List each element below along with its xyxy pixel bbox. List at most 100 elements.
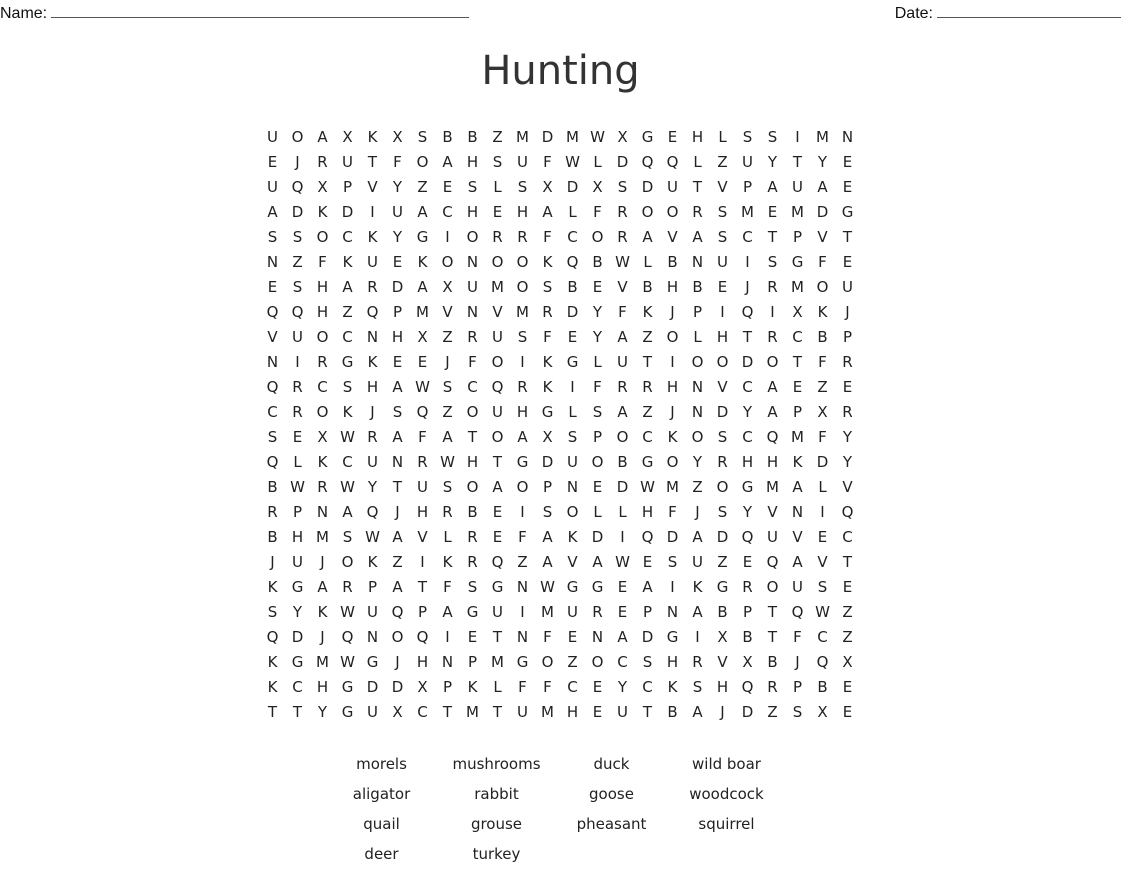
grid-cell: K <box>642 303 653 321</box>
grid-cell: H <box>666 278 679 296</box>
grid-cell: L <box>293 453 302 471</box>
name-blank-line[interactable] <box>51 3 470 18</box>
grid-cell: B <box>442 128 453 146</box>
grid-cell: S <box>767 253 778 271</box>
grid-cell: W <box>365 528 380 546</box>
grid-cell: N <box>366 328 379 346</box>
grid-cell: P <box>417 603 428 621</box>
grid-cell: V <box>492 303 503 321</box>
grid-cell: R <box>767 678 778 696</box>
grid-cell: Q <box>416 403 429 421</box>
grid-cell: E <box>567 628 578 646</box>
word-bank-item: pheasant <box>576 815 647 833</box>
grid-cell: N <box>516 578 529 596</box>
grid-cell: R <box>317 153 328 171</box>
date-blank-line[interactable] <box>937 3 1121 18</box>
grid-cell: H <box>666 378 679 396</box>
grid-cell: C <box>842 528 853 546</box>
grid-cell: A <box>592 553 603 571</box>
grid-cell: L <box>693 328 702 346</box>
grid-cell: A <box>442 603 453 621</box>
grid-cell: R <box>367 278 378 296</box>
grid-cell: E <box>292 428 303 446</box>
grid-cell: O <box>491 253 504 271</box>
grid-cell: S <box>717 228 728 246</box>
grid-cell: H <box>416 653 429 671</box>
grid-cell: M <box>791 428 804 446</box>
grid-cell: S <box>817 578 828 596</box>
grid-cell: O <box>516 478 529 496</box>
grid-cell: R <box>342 578 353 596</box>
grid-cell: O <box>516 278 529 296</box>
grid-cell: O <box>691 428 704 446</box>
grid-cell: M <box>316 653 329 671</box>
grid-cell: G <box>366 653 379 671</box>
grid-cell: T <box>692 178 703 196</box>
grid-cell: L <box>593 153 602 171</box>
grid-cell: A <box>767 178 778 196</box>
grid-cell: Q <box>266 453 279 471</box>
grid-cell: G <box>516 453 529 471</box>
grid-cell: L <box>493 178 502 196</box>
grid-cell: R <box>292 378 303 396</box>
grid-cell: U <box>742 153 753 171</box>
grid-cell: Z <box>717 553 728 571</box>
grid-cell: A <box>392 578 403 596</box>
grid-cell: T <box>467 428 478 446</box>
grid-cell: X <box>717 628 728 646</box>
grid-cell: R <box>767 278 778 296</box>
grid-cell: A <box>542 553 553 571</box>
grid-cell: T <box>767 628 778 646</box>
grid-cell: A <box>392 528 403 546</box>
grid-cell: J <box>745 278 750 296</box>
grid-cell: Q <box>266 628 279 646</box>
grid-cell: V <box>667 228 678 246</box>
grid-cell: W <box>440 453 455 471</box>
grid-cell: D <box>816 453 829 471</box>
grid-cell: G <box>466 603 479 621</box>
grid-cell: Z <box>517 553 528 571</box>
grid-cell: U <box>492 603 503 621</box>
grid-cell: D <box>391 678 404 696</box>
word-bank-item: woodcock <box>689 785 764 803</box>
grid-cell: F <box>518 678 527 696</box>
grid-cell: P <box>367 578 378 596</box>
grid-cell: S <box>467 578 478 596</box>
grid-cell: B <box>642 278 653 296</box>
grid-cell: R <box>617 378 628 396</box>
grid-cell: P <box>342 178 353 196</box>
grid-cell: S <box>717 503 728 521</box>
grid-cell: I <box>670 578 675 596</box>
grid-cell: Z <box>817 378 828 396</box>
grid-cell: P <box>642 603 653 621</box>
grid-cell: X <box>817 403 828 421</box>
grid-cell: E <box>842 378 853 396</box>
grid-cell: V <box>717 653 728 671</box>
grid-cell: H <box>716 678 729 696</box>
grid-cell: G <box>566 353 579 371</box>
grid-cell: E <box>842 153 853 171</box>
grid-cell: R <box>467 328 478 346</box>
grid-cell: H <box>416 503 429 521</box>
grid-cell: O <box>716 353 729 371</box>
word-bank: morels mushrooms duck wild boar aligator rabb… <box>324 752 784 872</box>
grid-cell: E <box>767 203 778 221</box>
grid-cell: Y <box>817 153 828 171</box>
grid-cell: C <box>567 228 578 246</box>
grid-cell: G <box>641 453 654 471</box>
grid-cell: U <box>492 328 503 346</box>
grid-cell: E <box>617 603 628 621</box>
grid-cell: N <box>691 403 704 421</box>
grid-cell: W <box>565 153 580 171</box>
date-field[interactable]: Date: <box>895 3 1121 23</box>
grid-cell: T <box>492 703 503 721</box>
grid-cell: K <box>342 403 353 421</box>
name-field[interactable]: Name: <box>0 3 470 23</box>
grid-cell: U <box>342 153 353 171</box>
grid-cell: W <box>415 378 430 396</box>
grid-cell: G <box>566 578 579 596</box>
grid-cell: H <box>291 528 304 546</box>
grid-cell: X <box>742 653 753 671</box>
grid-cell: A <box>442 428 453 446</box>
grid-cell: K <box>442 553 453 571</box>
